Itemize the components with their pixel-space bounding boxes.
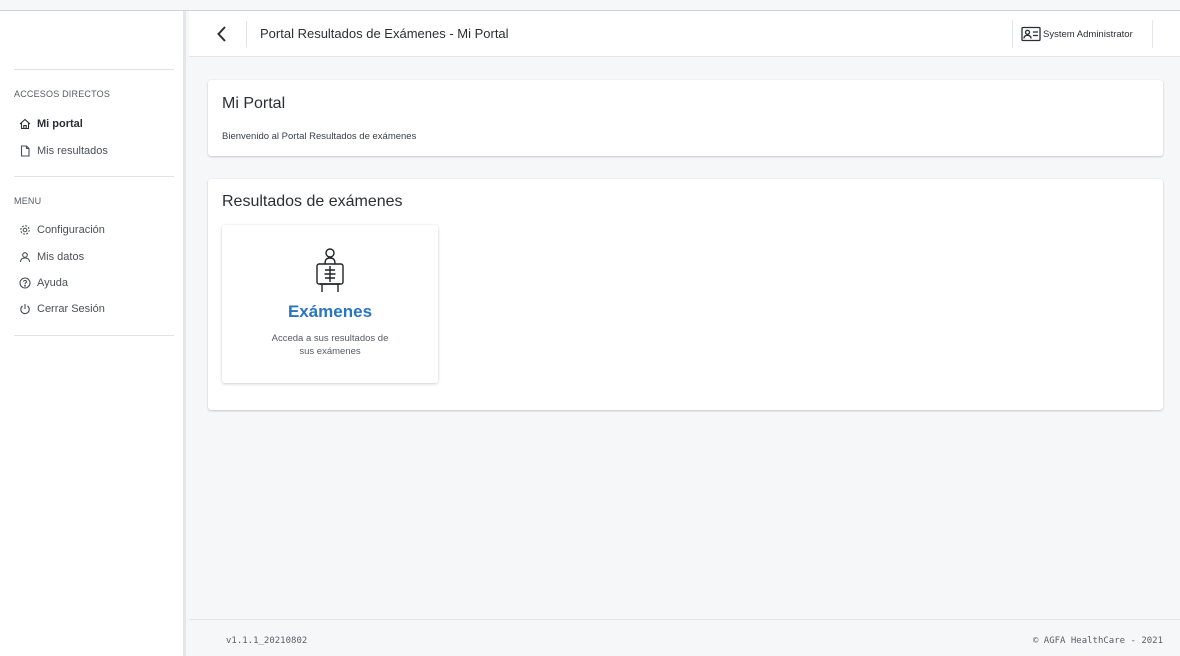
sidebar-item-mis-datos[interactable]: Mis datos [18, 247, 84, 267]
sidebar-item-configuracion[interactable]: Configuración [18, 220, 105, 240]
sidebar-item-mi-portal[interactable]: Mi portal [18, 114, 83, 134]
gear-icon [18, 224, 31, 237]
sidebar-item-label: Ayuda [37, 277, 68, 289]
user-icon [18, 251, 31, 264]
sidebar-divider [14, 69, 174, 70]
top-bar: Portal Resultados de Exámenes - Mi Porta… [189, 11, 1180, 57]
user-name: System Administrator [1043, 28, 1133, 40]
chevron-left-icon [217, 26, 226, 42]
menu-heading: MENU [14, 196, 42, 206]
sidebar-divider [14, 335, 174, 336]
welcome-card: Mi Portal Bienvenido al Portal Resultado… [208, 80, 1163, 156]
welcome-title: Mi Portal [222, 95, 286, 112]
results-card: Resultados de exámenes Exámenes Acceda a… [208, 179, 1163, 410]
back-button[interactable] [211, 23, 233, 45]
page-title: Portal Resultados de Exámenes - Mi Porta… [260, 26, 509, 41]
sidebar: ACCESOS DIRECTOS Mi portal Mis resultado… [0, 11, 186, 656]
header-divider [246, 21, 247, 47]
user-menu-button[interactable]: System Administrator [1012, 20, 1153, 48]
sidebar-item-cerrar-sesion[interactable]: Cerrar Sesión [18, 299, 105, 319]
help-circle-icon [18, 277, 31, 290]
xray-icon [316, 248, 344, 292]
power-icon [18, 303, 31, 316]
tile-title: Exámenes [287, 302, 373, 321]
sidebar-item-label: Configuración [37, 224, 105, 236]
sidebar-item-ayuda[interactable]: Ayuda [18, 273, 68, 293]
footer-divider [189, 619, 1180, 620]
results-title: Resultados de exámenes [222, 193, 403, 210]
sidebar-item-label: Mis datos [37, 251, 85, 263]
examenes-tile[interactable]: Exámenes Acceda a sus resultados de sus … [222, 225, 438, 383]
tile-description: Acceda a sus resultados de sus exámenes [271, 333, 389, 357]
sidebar-item-label: Mis resultados [37, 145, 108, 157]
sidebar-item-label: Cerrar Sesión [37, 303, 105, 315]
sidebar-divider [14, 176, 174, 177]
shortcuts-heading: ACCESOS DIRECTOS [14, 89, 111, 99]
version-label: v1.1.1_20210802 [226, 636, 308, 646]
id-card-icon [1021, 26, 1041, 42]
welcome-subtitle: Bienvenido al Portal Resultados de exáme… [222, 131, 417, 142]
sidebar-item-mis-resultados[interactable]: Mis resultados [18, 141, 108, 161]
home-icon [18, 118, 31, 131]
file-icon [18, 145, 31, 158]
copyright-label: © AGFA HealthCare - 2021 [1032, 636, 1163, 646]
sidebar-item-label: Mi portal [37, 118, 83, 130]
